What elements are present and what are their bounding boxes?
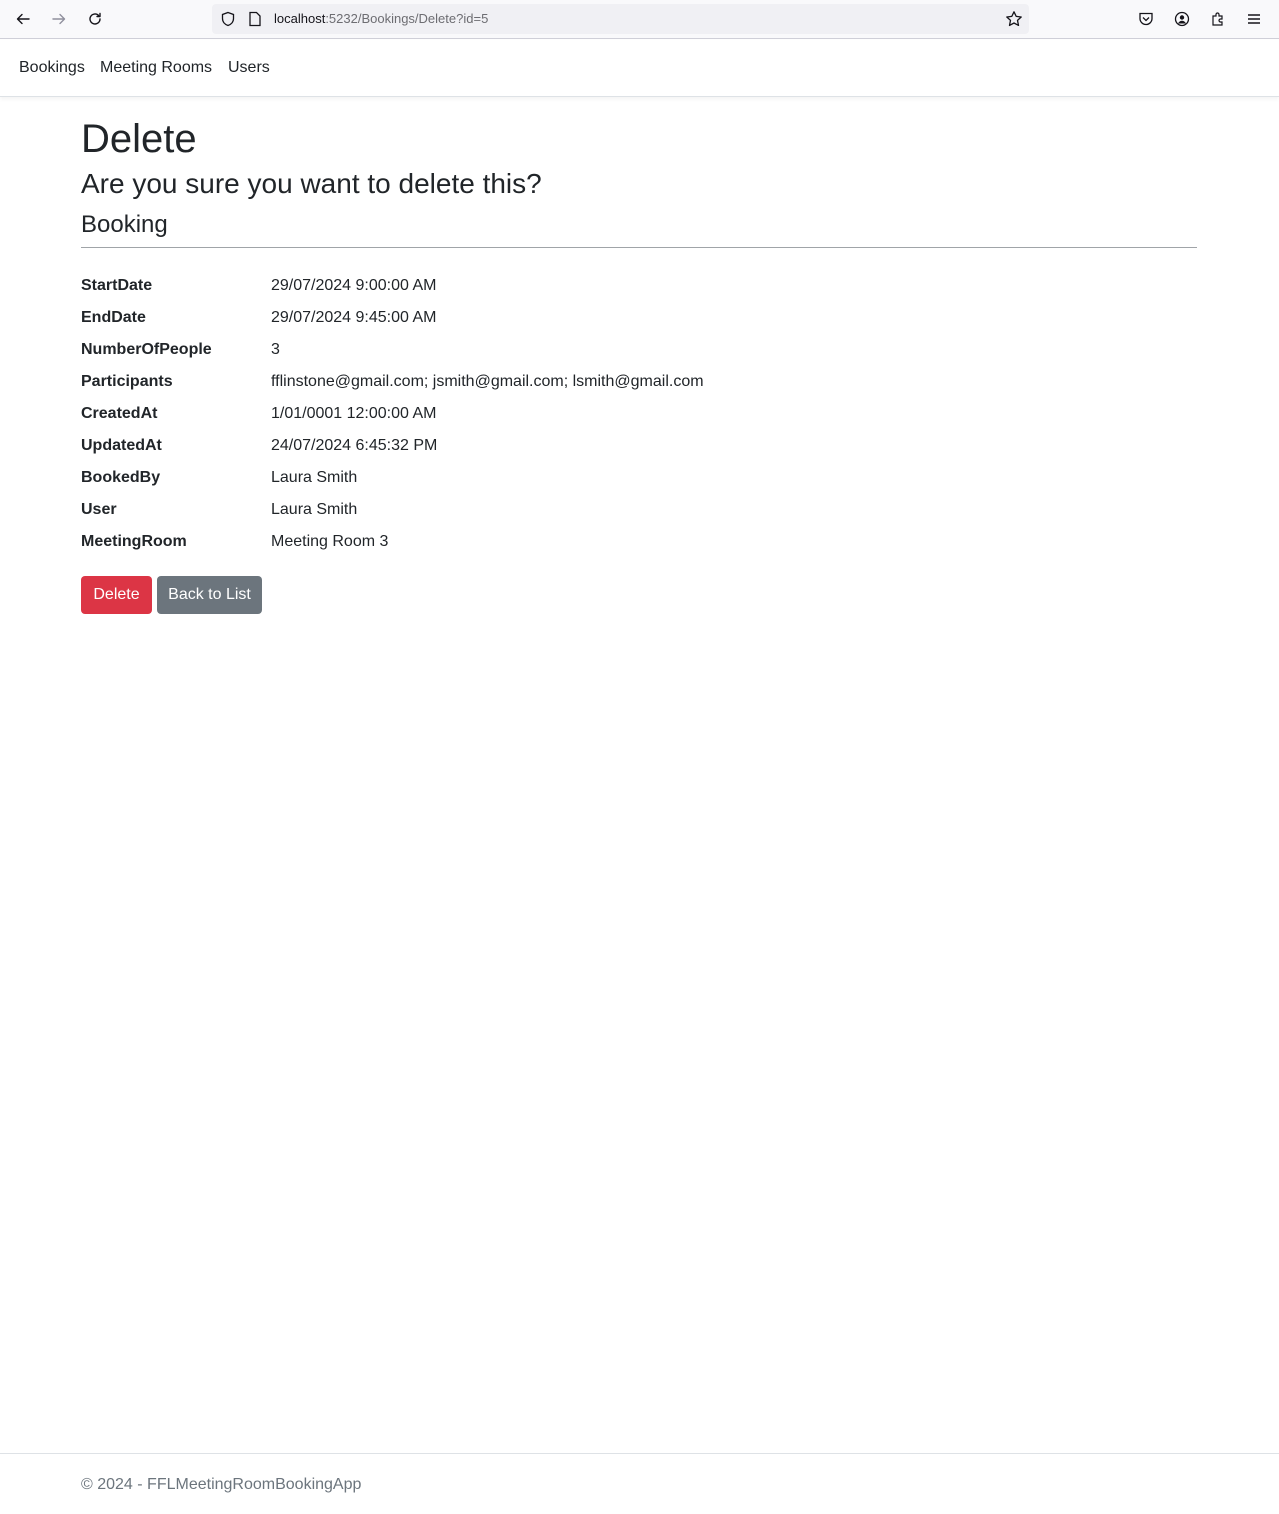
nav-link-bookings[interactable]: Bookings bbox=[19, 59, 85, 77]
star-icon[interactable] bbox=[1005, 10, 1023, 33]
detail-row-user: User Laura Smith bbox=[81, 499, 1197, 531]
footer: © 2024 - FFLMeetingRoomBookingApp bbox=[0, 1453, 1279, 1514]
account-icon[interactable] bbox=[1171, 8, 1193, 30]
back-arrow-icon[interactable] bbox=[11, 7, 35, 31]
detail-row-bookedby: BookedBy Laura Smith bbox=[81, 467, 1197, 499]
page-icon[interactable] bbox=[248, 11, 262, 32]
detail-label: StartDate bbox=[81, 277, 153, 294]
detail-row-updatedat: UpdatedAt 24/07/2024 6:45:32 PM bbox=[81, 435, 1197, 467]
detail-value: 29/07/2024 9:45:00 AM bbox=[271, 309, 437, 326]
detail-label: UpdatedAt bbox=[81, 437, 162, 454]
detail-label: User bbox=[81, 501, 117, 518]
detail-row-meetingroom: MeetingRoom Meeting Room 3 bbox=[81, 531, 1197, 563]
menu-icon[interactable] bbox=[1243, 8, 1265, 30]
detail-value: Laura Smith bbox=[271, 469, 358, 486]
address-bar[interactable]: localhost:5232/Bookings/Delete?id=5 bbox=[212, 4, 1029, 34]
footer-copyright: © 2024 - FFLMeetingRoomBookingApp bbox=[81, 1476, 362, 1493]
detail-label: Participants bbox=[81, 373, 173, 390]
delete-button[interactable]: Delete bbox=[81, 576, 152, 614]
divider bbox=[81, 247, 1197, 248]
forward-arrow-icon[interactable] bbox=[47, 7, 71, 31]
delete-confirmation-text: Are you sure you want to delete this? bbox=[81, 168, 542, 199]
reload-icon[interactable] bbox=[83, 7, 107, 31]
detail-row-startdate: StartDate 29/07/2024 9:00:00 AM bbox=[81, 275, 1197, 307]
detail-row-participants: Participants fflinstone@gmail.com; jsmit… bbox=[81, 371, 1197, 403]
browser-toolbar: localhost:5232/Bookings/Delete?id=5 bbox=[0, 0, 1279, 39]
pocket-icon[interactable] bbox=[1135, 8, 1157, 30]
app-navbar: Bookings Meeting Rooms Users bbox=[0, 40, 1279, 97]
entity-heading: Booking bbox=[81, 211, 168, 238]
detail-value: Laura Smith bbox=[271, 501, 358, 518]
detail-row-createdat: CreatedAt 1/01/0001 12:00:00 AM bbox=[81, 403, 1197, 435]
detail-row-enddate: EndDate 29/07/2024 9:45:00 AM bbox=[81, 307, 1197, 339]
detail-value: 24/07/2024 6:45:32 PM bbox=[271, 437, 438, 454]
detail-row-numberofpeople: NumberOfPeople 3 bbox=[81, 339, 1197, 371]
back-to-list-button[interactable]: Back to List bbox=[157, 576, 262, 614]
detail-label: CreatedAt bbox=[81, 405, 158, 422]
shield-icon[interactable] bbox=[220, 11, 236, 32]
detail-value: 29/07/2024 9:00:00 AM bbox=[271, 277, 437, 294]
page-title: Delete bbox=[81, 117, 197, 161]
detail-value: 1/01/0001 12:00:00 AM bbox=[271, 405, 437, 422]
extensions-icon[interactable] bbox=[1207, 8, 1229, 30]
url-path: :5232/Bookings/Delete?id=5 bbox=[325, 11, 489, 26]
detail-label: BookedBy bbox=[81, 469, 161, 486]
detail-value: Meeting Room 3 bbox=[271, 533, 389, 550]
detail-label: MeetingRoom bbox=[81, 533, 187, 550]
nav-link-meeting-rooms[interactable]: Meeting Rooms bbox=[100, 59, 212, 77]
url-host: localhost bbox=[274, 11, 326, 26]
nav-link-users[interactable]: Users bbox=[228, 59, 270, 77]
detail-label: EndDate bbox=[81, 309, 146, 326]
detail-value: fflinstone@gmail.com; jsmith@gmail.com; … bbox=[271, 373, 704, 390]
detail-label: NumberOfPeople bbox=[81, 341, 212, 358]
detail-value: 3 bbox=[271, 341, 280, 358]
url-text[interactable]: localhost:5232/Bookings/Delete?id=5 bbox=[274, 11, 488, 26]
